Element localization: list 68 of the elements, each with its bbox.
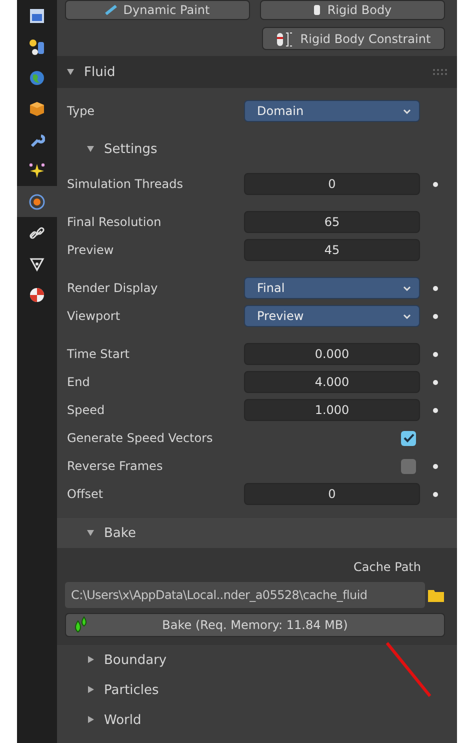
annotation-line (384, 640, 434, 700)
number-field[interactable]: 0.000 (244, 343, 420, 365)
bake-button[interactable]: Bake (Req. Memory: 11.84 MB) (65, 613, 445, 637)
shapes-icon (28, 38, 46, 56)
checkbox[interactable] (401, 430, 416, 446)
number-field[interactable]: 45 (244, 239, 420, 261)
field-label: Speed (67, 403, 106, 417)
cube-icon (29, 100, 45, 116)
globe-icon (29, 70, 45, 86)
chain-link-icon (29, 224, 45, 240)
keyframe-dot[interactable] (432, 286, 438, 290)
keyframe-dot[interactable] (432, 408, 438, 412)
keyframe-dot[interactable] (432, 182, 438, 186)
checkbox[interactable] (401, 458, 416, 474)
field-label: Simulation Threads (67, 177, 184, 191)
right-triangle-icon (87, 686, 94, 694)
field-label: Preview (67, 243, 115, 257)
physics-button[interactable]: Dynamic Paint (65, 0, 250, 20)
cache-path-field[interactable]: C:\Users\x\AppData\Local..nder_a05528\cache_fluid (65, 582, 425, 608)
field-label: Generate Speed Vectors (67, 431, 214, 445)
number-field[interactable]: 4.000 (244, 371, 420, 393)
sparkle-icon (28, 162, 46, 180)
subpanel-header[interactable]: World (57, 705, 457, 735)
orbit-icon (28, 192, 46, 210)
material-sphere-icon (29, 286, 45, 302)
field-label: Render Display (67, 281, 159, 295)
keyframe-dot[interactable] (432, 492, 438, 496)
wrench-icon (29, 132, 45, 148)
down-triangle-icon (67, 68, 74, 76)
subpanel-header[interactable]: Settings (57, 134, 457, 164)
number-field[interactable]: 65 (244, 211, 420, 233)
right-triangle-icon (87, 716, 94, 724)
chevron-down-icon (403, 108, 411, 114)
triangle-mesh-icon (29, 256, 45, 272)
number-field[interactable]: 0 (244, 173, 420, 195)
field-label: Type (67, 104, 96, 118)
pin-icon (313, 5, 322, 15)
rigid-body-constraint-button[interactable]: Rigid Body Constraint (262, 27, 445, 50)
camera-icon (29, 8, 45, 24)
chevron-down-icon (403, 314, 411, 318)
chevron-down-icon (403, 286, 411, 290)
keyframe-dot[interactable] (432, 380, 438, 384)
drag-handle-icon[interactable] (433, 69, 447, 75)
field-label: Final Resolution (67, 215, 162, 229)
brush-icon (105, 5, 118, 15)
number-field[interactable]: 1.000 (244, 399, 420, 421)
subpanel-header[interactable]: Bake (57, 518, 457, 548)
field-label: Viewport (67, 309, 122, 323)
field-label: Time Start (67, 347, 130, 361)
number-field[interactable]: 0 (244, 483, 420, 505)
panel-header[interactable]: Fluid (57, 56, 457, 88)
down-triangle-icon (87, 145, 94, 153)
keyframe-dot[interactable] (432, 314, 438, 318)
field-label: Reverse Frames (67, 459, 164, 473)
folder-icon[interactable] (427, 587, 445, 603)
subpanel-header[interactable]: Particles (57, 675, 457, 705)
dropdown[interactable]: Preview (244, 305, 420, 327)
down-triangle-icon (87, 529, 94, 537)
field-label: End (67, 375, 91, 389)
physics-button[interactable]: Rigid Body (260, 0, 445, 20)
field-label: Offset (67, 487, 104, 501)
field-label: Cache Path (354, 559, 421, 576)
right-triangle-icon (87, 656, 94, 664)
dropdown[interactable]: Final (244, 277, 420, 299)
keyframe-dot[interactable] (432, 464, 438, 468)
keyframe-dot[interactable] (432, 352, 438, 356)
subpanel-header[interactable]: Boundary (57, 645, 457, 675)
type-dropdown[interactable]: Domain (244, 100, 420, 122)
